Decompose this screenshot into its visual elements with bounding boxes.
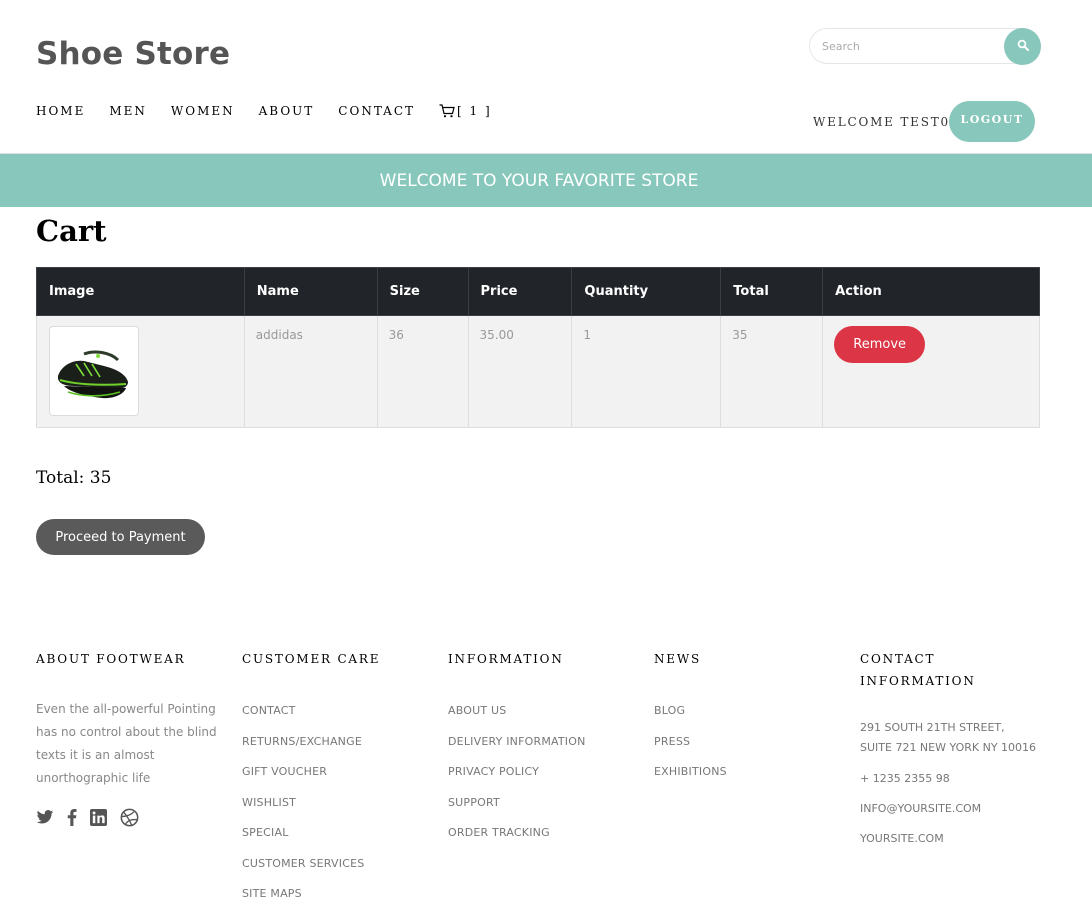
cell-image: [36, 315, 245, 428]
welcome-banner: WELCOME TO YOUR FAVORITE STORE: [0, 153, 1092, 207]
news-links: BLOG PRESS EXHIBITIONS: [654, 696, 727, 788]
banner-text: WELCOME TO YOUR FAVORITE STORE: [379, 170, 699, 191]
twitter-icon[interactable]: [36, 810, 54, 825]
cell-price: 35.00: [467, 315, 573, 428]
cell-size: 36: [376, 315, 469, 428]
contact-phone[interactable]: + 1235 2355 98: [860, 769, 1036, 789]
table-row: addidas 36 35.00 1 35 Remove: [36, 315, 1040, 428]
search-icon: [1017, 38, 1029, 56]
search-input[interactable]: [810, 29, 1006, 63]
footer-link-customer-services[interactable]: CUSTOMER SERVICES: [242, 849, 380, 880]
footer-information: INFORMATION ABOUT US DELIVERY INFORMATIO…: [448, 648, 586, 849]
contact-address-line2: SUITE 721 NEW YORK NY 10016: [860, 741, 1037, 754]
footer-link-blog[interactable]: BLOG: [654, 696, 727, 727]
nav-men[interactable]: MEN: [109, 104, 147, 118]
search-button[interactable]: [1004, 28, 1041, 65]
cell-total: 35: [720, 315, 824, 428]
cart-icon: [439, 104, 455, 118]
store-logo[interactable]: Shoe Store: [36, 36, 230, 72]
nav-about[interactable]: ABOUT: [259, 104, 315, 118]
social-links: [36, 808, 221, 827]
contact-details: 291 SOUTH 21TH STREET, SUITE 721 NEW YOR…: [860, 718, 1036, 849]
footer-contact: CONTACT INFORMATION 291 SOUTH 21TH STREE…: [860, 648, 1036, 849]
footer-news: NEWS BLOG PRESS EXHIBITIONS: [654, 648, 727, 788]
footer-customer-care: CUSTOMER CARE CONTACT RETURNS/EXCHANGE G…: [242, 648, 380, 901]
remove-button[interactable]: Remove: [834, 326, 926, 363]
logout-button[interactable]: LOGOUT: [949, 101, 1035, 142]
nav-women[interactable]: WOMEN: [171, 104, 235, 118]
nav-cart[interactable]: [ 1 ]: [439, 104, 492, 118]
footer-heading-information: INFORMATION: [448, 652, 564, 666]
footer-link-wishlist[interactable]: WISHLIST: [242, 788, 380, 819]
nav-home[interactable]: HOME: [36, 104, 85, 118]
cart-table: Image Name Size Price Quantity Total Act…: [36, 267, 1040, 428]
column-header-quantity: Quantity: [571, 267, 722, 316]
footer-link-exhibitions[interactable]: EXHIBITIONS: [654, 757, 727, 788]
main-nav: HOME MEN WOMEN ABOUT CONTACT [ 1 ]: [36, 104, 492, 118]
nav-contact[interactable]: CONTACT: [338, 104, 415, 118]
footer-heading-contact: CONTACT: [860, 652, 936, 666]
proceed-to-payment-button[interactable]: Proceed to Payment: [36, 519, 205, 555]
footer-heading-news: NEWS: [654, 652, 702, 666]
footer-heading-customer-care: CUSTOMER CARE: [242, 652, 381, 666]
page-title: Cart: [36, 214, 107, 248]
footer-about-text: Even the all-powerful Pointing has no co…: [36, 702, 217, 785]
linkedin-icon[interactable]: [90, 809, 107, 826]
footer-link-support[interactable]: SUPPORT: [448, 788, 586, 819]
footer-link-site-maps[interactable]: SITE MAPS: [242, 879, 380, 901]
footer-heading-about: ABOUT FOOTWEAR: [36, 652, 186, 666]
cell-quantity: 1: [571, 315, 722, 428]
cart-count: [ 1 ]: [457, 104, 492, 118]
facebook-icon[interactable]: [67, 809, 77, 826]
cell-name: addidas: [243, 315, 378, 428]
contact-email[interactable]: INFO@YOURSITE.COM: [860, 799, 1036, 819]
column-header-price: Price: [467, 267, 573, 316]
footer-link-order-tracking[interactable]: ORDER TRACKING: [448, 818, 586, 849]
column-header-total: Total: [720, 267, 824, 316]
footer-link-gift-voucher[interactable]: GIFT VOUCHER: [242, 757, 380, 788]
footer-heading-contact-line2: INFORMATION: [860, 674, 976, 688]
information-links: ABOUT US DELIVERY INFORMATION PRIVACY PO…: [448, 696, 586, 849]
cell-action: Remove: [822, 315, 1040, 428]
welcome-text: WELCOME TEST0: [813, 115, 950, 129]
contact-address-line1: 291 SOUTH 21TH STREET,: [860, 721, 1005, 734]
column-header-size: Size: [376, 267, 469, 316]
footer-link-contact[interactable]: CONTACT: [242, 696, 380, 727]
search-box: [809, 28, 1041, 65]
product-image: [49, 326, 139, 416]
footer-link-returns-exchange[interactable]: RETURNS/EXCHANGE: [242, 727, 380, 758]
footer-link-delivery-information[interactable]: DELIVERY INFORMATION: [448, 727, 586, 758]
footer-link-about-us[interactable]: ABOUT US: [448, 696, 586, 727]
footer-link-press[interactable]: PRESS: [654, 727, 727, 758]
footer-link-special[interactable]: SPECIAL: [242, 818, 380, 849]
footer-link-privacy-policy[interactable]: PRIVACY POLICY: [448, 757, 586, 788]
column-header-image: Image: [36, 267, 245, 316]
column-header-name: Name: [243, 267, 378, 316]
footer-about: ABOUT FOOTWEAR Even the all-powerful Poi…: [36, 648, 221, 827]
customer-care-links: CONTACT RETURNS/EXCHANGE GIFT VOUCHER WI…: [242, 696, 380, 901]
contact-address: 291 SOUTH 21TH STREET, SUITE 721 NEW YOR…: [860, 718, 1036, 758]
table-header-row: Image Name Size Price Quantity Total Act…: [36, 267, 1040, 316]
cart-total: Total: 35: [36, 468, 112, 488]
contact-website[interactable]: YOURSITE.COM: [860, 829, 1036, 849]
dribbble-icon[interactable]: [120, 808, 139, 827]
column-header-action: Action: [822, 267, 1040, 316]
sneaker-image: [57, 350, 128, 399]
